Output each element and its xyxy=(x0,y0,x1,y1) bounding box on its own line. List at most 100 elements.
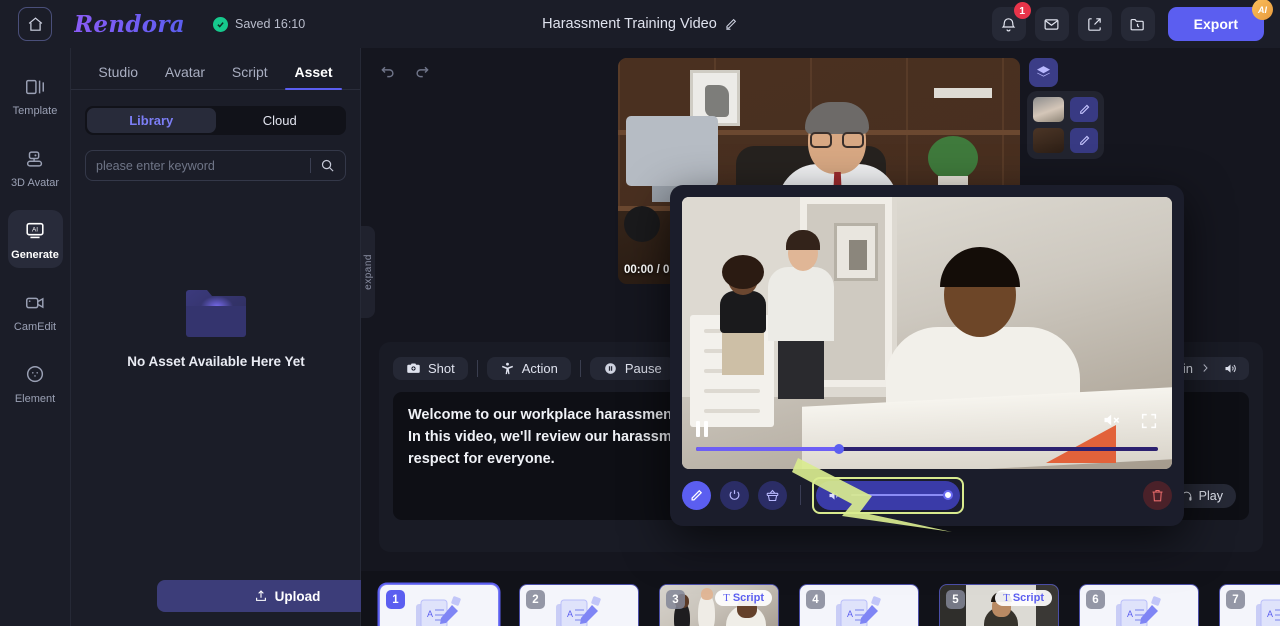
pause-icon[interactable] xyxy=(696,421,708,437)
video-wall-art xyxy=(834,223,878,281)
svg-text:A: A xyxy=(847,609,853,619)
pencil-icon[interactable] xyxy=(724,17,738,31)
video-progress-bar[interactable] xyxy=(696,444,1158,454)
tab-asset[interactable]: Asset xyxy=(285,64,342,90)
empty-state: No Asset Available Here Yet xyxy=(71,280,361,369)
element-icon xyxy=(8,362,63,388)
timeline-card[interactable]: 3 T Script xyxy=(659,584,779,626)
template-icon xyxy=(8,74,63,100)
progress-knob[interactable] xyxy=(834,444,844,454)
script-badge: T Script xyxy=(715,590,772,606)
redo-icon[interactable] xyxy=(413,62,431,85)
saved-label: Saved 16:10 xyxy=(235,17,306,31)
volume-slider-knob[interactable] xyxy=(943,490,953,500)
folder-icon xyxy=(71,280,361,340)
script-badge: T Script xyxy=(995,590,1052,606)
layer-edit-button[interactable] xyxy=(1070,128,1098,153)
camera-icon xyxy=(407,363,420,373)
avatar-thumb-1[interactable] xyxy=(1033,97,1065,122)
panel-expand-handle[interactable]: expand xyxy=(361,226,375,318)
page-title: Harassment Training Video xyxy=(542,16,717,32)
rail-label: Template xyxy=(12,105,58,117)
delete-button[interactable] xyxy=(1143,480,1172,510)
mail-button[interactable] xyxy=(1034,7,1069,41)
expand-label: expand xyxy=(362,254,374,290)
header-actions: 1 Export AI xyxy=(991,0,1273,48)
trash-icon xyxy=(1152,489,1163,501)
layer-edit-button[interactable] xyxy=(1070,97,1098,122)
search-input[interactable] xyxy=(96,158,310,173)
regenerate-icon xyxy=(729,489,740,500)
asset-search[interactable] xyxy=(85,150,346,181)
scene-number: 2 xyxy=(526,590,545,609)
scene-number: 6 xyxy=(1086,590,1105,609)
svg-text:A: A xyxy=(1267,609,1273,619)
brand-logo[interactable]: Rendora xyxy=(74,11,185,38)
notifications-button[interactable]: 1 xyxy=(991,2,1031,41)
script-badge-label: Script xyxy=(732,592,764,604)
tab-avatar[interactable]: Avatar xyxy=(165,64,205,89)
search-icon[interactable] xyxy=(320,158,335,173)
undo-redo-group xyxy=(379,62,431,85)
volume-control[interactable] xyxy=(816,480,960,510)
ai-chip-icon: AI xyxy=(1252,0,1273,20)
rail-item-3d-avatar[interactable]: 3D Avatar xyxy=(8,138,63,196)
layers-toggle-button[interactable] xyxy=(1029,58,1058,87)
panel-tabs: Studio Avatar Script Asset xyxy=(71,48,360,90)
fullscreen-button[interactable] xyxy=(1140,412,1158,435)
layer-row[interactable] xyxy=(1033,97,1098,122)
mute-button[interactable] xyxy=(1102,410,1122,435)
timeline-card[interactable]: 6 A xyxy=(1079,584,1199,626)
video-player[interactable] xyxy=(682,197,1172,469)
export-label: Export xyxy=(1193,16,1238,32)
timeline-card[interactable]: 7 A xyxy=(1219,584,1280,626)
preview-timecode: 00:00 / 0 xyxy=(624,264,670,276)
ai-generate-icon: AI xyxy=(8,218,63,244)
action-button[interactable]: Action xyxy=(486,356,571,380)
svg-text:AI: AI xyxy=(32,226,38,233)
scene-timeline: 1 A 2 A 3 T Script 4 A 5 T Script 6 A 7 … xyxy=(361,571,1280,626)
home-button[interactable] xyxy=(18,7,52,41)
edit-magic-button[interactable] xyxy=(682,480,711,510)
timeline-card[interactable]: 4 A xyxy=(799,584,919,626)
rail-item-generate[interactable]: AI Generate xyxy=(7,210,63,268)
export-button[interactable]: Export AI xyxy=(1167,0,1273,41)
preview-books xyxy=(934,88,992,98)
pause-label: Pause xyxy=(624,360,662,376)
save-to-assets-button[interactable] xyxy=(758,480,787,510)
timeline-card[interactable]: 5 T Script xyxy=(939,584,1059,626)
asset-panel: Studio Avatar Script Asset Library Cloud xyxy=(71,48,417,626)
scene-number: 3 xyxy=(666,590,685,609)
text-T-icon: T xyxy=(1003,592,1010,604)
segment-library[interactable]: Library xyxy=(87,108,216,133)
preview-monitor xyxy=(626,116,718,202)
toolbar-divider xyxy=(579,359,581,377)
timeline-card[interactable]: 1 A xyxy=(379,584,499,626)
pause-button[interactable]: Pause xyxy=(589,356,675,380)
share-button[interactable] xyxy=(1077,7,1112,41)
pause-circle-icon xyxy=(605,362,616,374)
scene-number: 1 xyxy=(386,590,405,609)
history-button[interactable] xyxy=(1120,7,1155,41)
layer-row[interactable] xyxy=(1033,128,1098,153)
volume-slider[interactable] xyxy=(851,490,953,500)
rail-item-template[interactable]: Template xyxy=(8,66,63,124)
timeline-card[interactable]: 2 A xyxy=(519,584,639,626)
rail-item-camedit[interactable]: CamEdit xyxy=(8,282,63,340)
segment-cloud[interactable]: Cloud xyxy=(216,108,345,133)
regenerate-button[interactable] xyxy=(720,480,749,510)
preview-plant xyxy=(928,136,978,180)
volume-icon[interactable] xyxy=(827,488,842,503)
avatar-3d-icon xyxy=(8,146,63,172)
speaker-icon[interactable] xyxy=(1223,361,1238,376)
svg-text:A: A xyxy=(427,609,433,619)
avatar-thumb-2[interactable] xyxy=(1033,128,1065,153)
shot-button[interactable]: Shot xyxy=(393,356,468,380)
home-icon xyxy=(28,16,42,31)
tab-script[interactable]: Script xyxy=(232,64,268,89)
tab-studio[interactable]: Studio xyxy=(98,64,138,89)
rail-item-element[interactable]: Element xyxy=(8,354,63,412)
undo-icon[interactable] xyxy=(379,62,397,85)
app-root: Rendora Saved 16:10 Harassment Training … xyxy=(0,0,1280,626)
app-header: Rendora Saved 16:10 Harassment Training … xyxy=(0,0,1280,48)
